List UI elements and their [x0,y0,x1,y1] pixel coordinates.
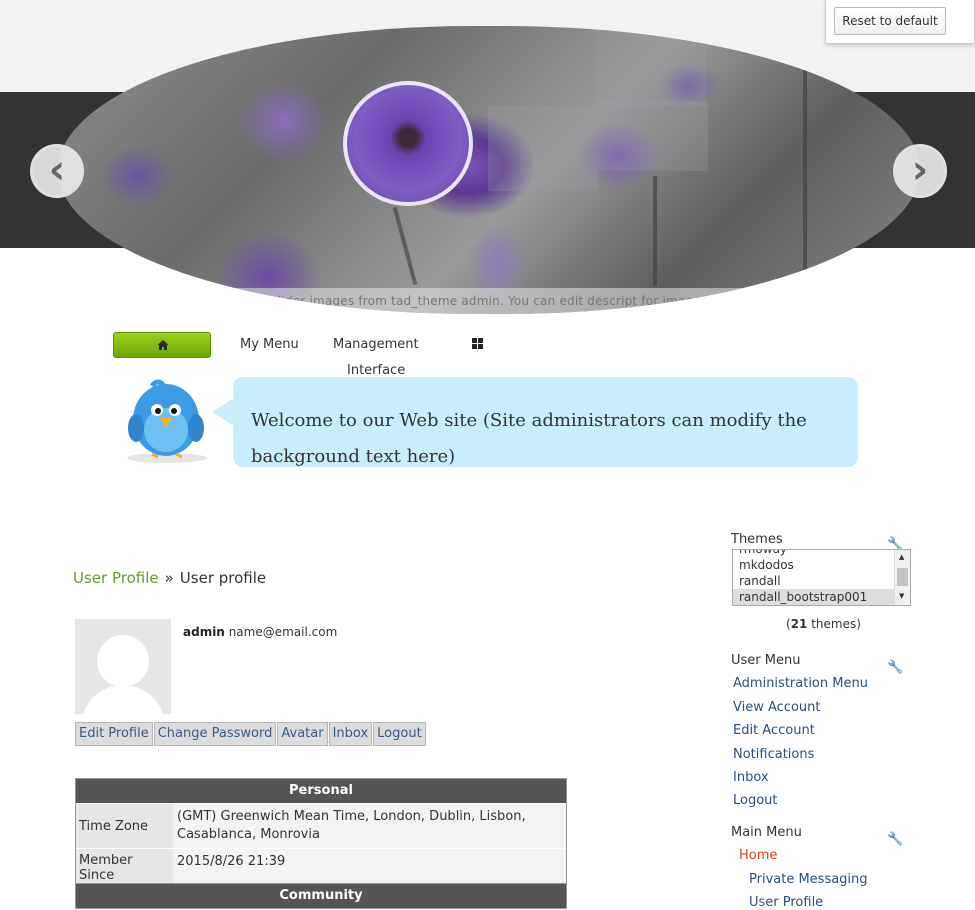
bird-mascot-icon [127,379,207,463]
grid-icon[interactable] [472,338,484,350]
community-table-header: Community [76,884,566,908]
slider-transition-tile [596,26,706,106]
themes-count-number: 21 [790,617,808,631]
nav-interface[interactable]: Interface [347,363,405,378]
wrench-icon[interactable]: 🔧 [887,660,903,675]
time-zone-value: (GMT) Greenwich Mean Time, London, Dubli… [177,809,526,842]
logout-button[interactable]: Logout [373,722,426,746]
slider-next-button[interactable]: › [893,144,947,198]
main-menu-title: Main Menu [731,825,802,840]
inbox-button[interactable]: Inbox [328,722,373,746]
notifications-link[interactable]: Notifications [733,747,814,762]
scroll-down-icon[interactable]: ▼ [899,592,904,600]
themes-block-title: Themes [731,532,783,547]
user-menu-title: User Menu [731,653,801,668]
themes-select[interactable]: rmoway mkdodos randall randall_bootstrap… [732,549,911,606]
user-identity: admin name@email.com [183,625,337,639]
avatar-button[interactable]: Avatar [277,722,328,746]
breadcrumb-current: User profile [179,569,267,587]
nav-my-menu[interactable]: My Menu [240,337,299,352]
username: admin [183,625,225,639]
profile-actions: Edit Profile Change Password Avatar Inbox Lo… [75,722,427,746]
inbox-link[interactable]: Inbox [733,770,769,785]
breadcrumb: User Profile » User profile [73,569,266,587]
community-table: Community [75,883,567,909]
breadcrumb-separator: » [164,569,174,587]
nav-home-button[interactable] [113,332,211,358]
theme-option[interactable]: randall [733,573,910,589]
slider-prev-button[interactable]: ‹ [30,144,84,198]
member-since-label: Member Since [76,849,173,887]
table-row: Member Since 2015/8/26 21:39 [76,848,566,887]
logout-link[interactable]: Logout [733,793,778,808]
reset-to-default-button[interactable]: Reset to default [834,7,946,35]
main-menu-home-link[interactable]: Home [739,848,777,863]
slider-caption: You can upload slider images from tad_th… [58,288,920,314]
user-profile-link[interactable]: User Profile [749,895,823,910]
speech-bubble-tail [212,398,234,426]
slider-stem [392,206,418,286]
time-zone-label: Time Zone [76,804,173,848]
table-row: Time Zone (GMT) Greenwich Mean Time, Lon… [76,803,566,848]
avatar [75,619,171,714]
customizer-panel: Reset to default [825,0,975,44]
breadcrumb-user-profile-link[interactable]: User Profile [73,569,159,587]
private-messaging-link[interactable]: Private Messaging [749,872,868,887]
user-email: name@email.com [228,625,338,639]
wrench-icon[interactable]: 🔧 [887,832,903,847]
view-account-link[interactable]: View Account [733,700,820,715]
edit-account-link[interactable]: Edit Account [733,723,815,738]
scroll-up-icon[interactable]: ▲ [899,553,904,561]
slider-flower [343,81,473,206]
welcome-message: Welcome to our Web site (Site administra… [233,377,858,467]
themes-scrollbar[interactable]: ▲ ▼ [894,550,910,605]
edit-profile-button[interactable]: Edit Profile [75,722,153,746]
nav-management[interactable]: Management [333,337,419,352]
member-since-value: 2015/8/26 21:39 [177,854,286,869]
themes-count: (21 themes) [786,617,861,631]
home-icon [157,340,169,350]
slider-stem [653,176,657,286]
theme-option-selected[interactable]: randall_bootstrap001 [733,589,910,605]
scroll-thumb[interactable] [897,568,908,586]
theme-option[interactable]: rmoway [733,550,910,557]
personal-table-header: Personal [76,779,566,803]
slider-stem [803,56,807,286]
change-password-button[interactable]: Change Password [153,722,277,746]
image-slider: You can upload slider images from tad_th… [58,26,920,314]
slider-transition-tile [488,106,598,191]
slider-transition-tile [598,101,708,171]
administration-menu-link[interactable]: Administration Menu [733,676,868,691]
personal-table: Personal Time Zone (GMT) Greenwich Mean … [75,778,567,888]
theme-option[interactable]: mkdodos [733,557,910,573]
